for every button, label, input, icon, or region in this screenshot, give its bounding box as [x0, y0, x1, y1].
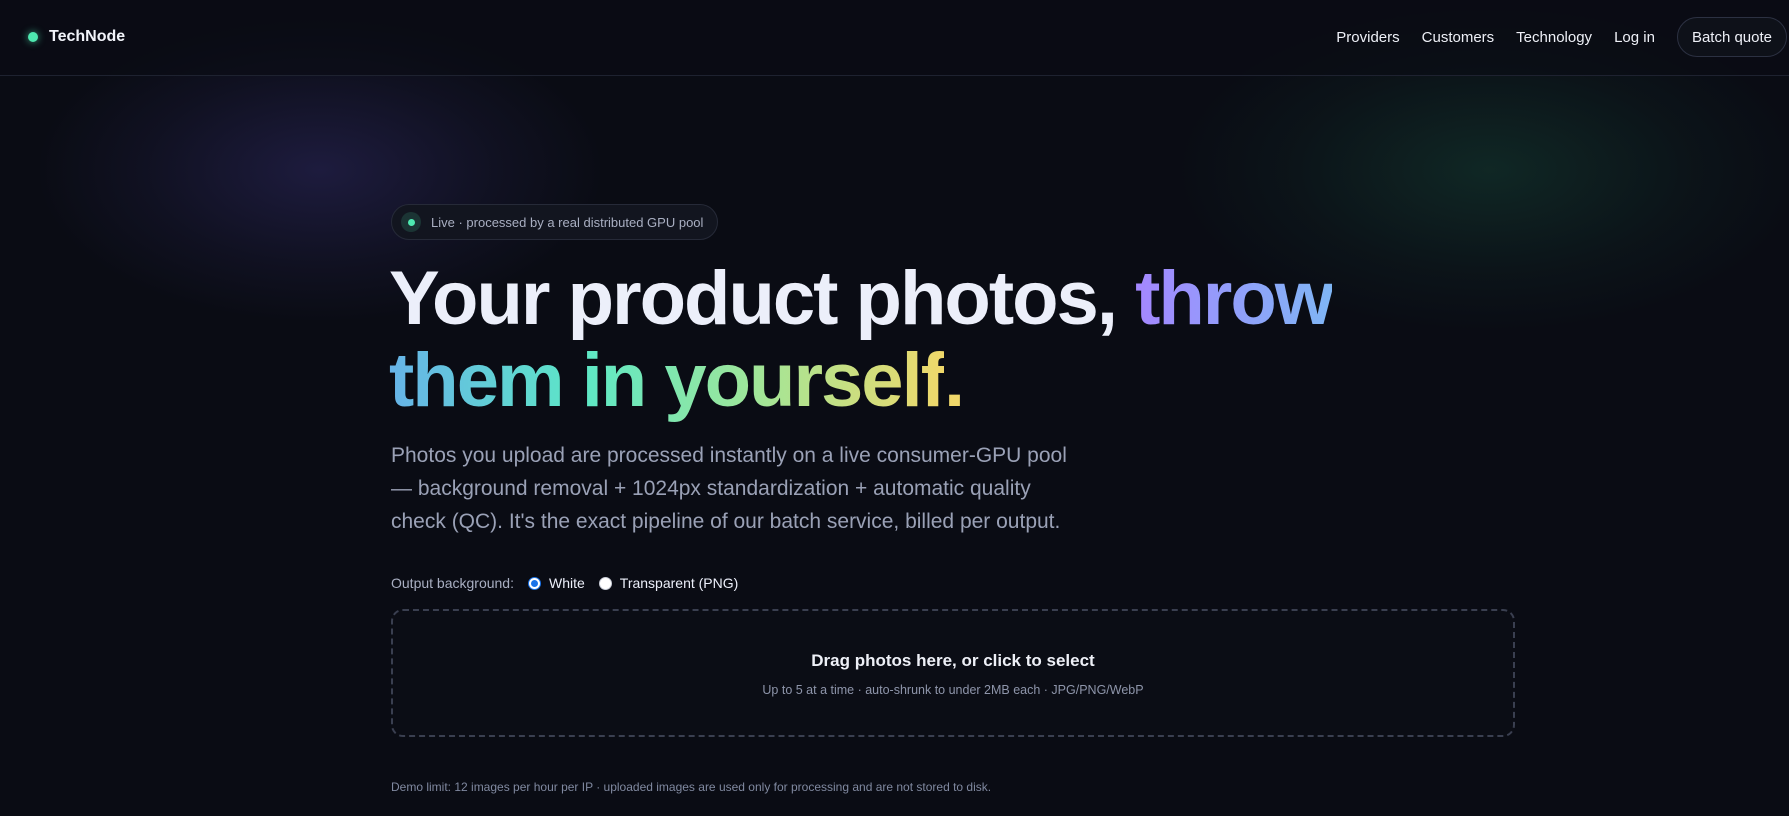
dropzone-subtitle: Up to 5 at a time · auto-shrunk to under… [762, 683, 1144, 697]
brand-name: TechNode [49, 28, 126, 45]
live-status-text: Live · processed by a real distributed G… [431, 214, 704, 230]
top-navbar: TechNode Providers Customers Technology … [0, 0, 1789, 76]
dropzone-title: Drag photos here, or click to select [811, 651, 1095, 670]
nav-link-providers[interactable]: Providers [1336, 29, 1399, 46]
headline-text: Your product photos, [389, 256, 1136, 341]
nav-link-technology[interactable]: Technology [1516, 29, 1592, 46]
live-dot [407, 218, 415, 226]
live-status-badge: Live · processed by a real distributed G… [391, 204, 719, 240]
brand-dot-icon [28, 32, 38, 42]
brand-logo[interactable]: TechNode [28, 26, 125, 48]
hero-description: Photos you upload are processed instantl… [391, 444, 1067, 533]
live-indicator-icon [401, 212, 421, 232]
batch-quote-button[interactable]: Batch quote [1676, 17, 1787, 57]
headline-highlight-1: throw [1135, 256, 1334, 341]
radio-white[interactable] [527, 576, 541, 590]
nav-link-customers[interactable]: Customers [1422, 29, 1495, 46]
radio-transparent[interactable] [598, 576, 612, 590]
headline-highlight-2: them in yourself [389, 338, 946, 423]
demo-limit-note: Demo limit: 12 images per hour per IP · … [391, 780, 992, 794]
hero-headline: Your product photos, throw them in yourse… [389, 258, 1509, 422]
photo-dropzone[interactable]: Drag photos here, or click to select Up … [391, 609, 1515, 737]
radio-transparent-label[interactable]: Transparent (PNG) [620, 575, 739, 591]
nav-links: Providers Customers Technology Log in Ba… [1336, 17, 1787, 57]
nav-link-login[interactable]: Log in [1614, 29, 1655, 46]
headline-period: . [944, 338, 965, 423]
output-background-label: Output background: [391, 575, 514, 591]
output-background-selector: Output background: White Transparent (PN… [391, 572, 752, 594]
radio-white-label[interactable]: White [549, 575, 585, 591]
